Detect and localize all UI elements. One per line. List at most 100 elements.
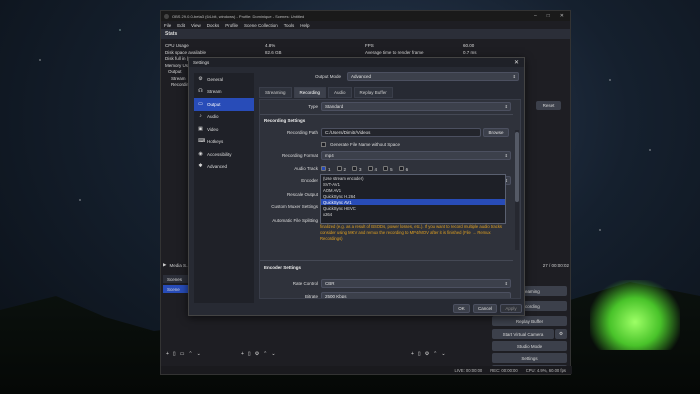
audio-track-checkboxes: 1 2 3 4 5 6: [321, 166, 408, 172]
sidebar-item-output[interactable]: ▭ Output: [194, 98, 254, 111]
sidebar-item-label: Hotkeys: [207, 139, 224, 145]
audio-track-label: Audio Track: [294, 166, 318, 171]
chevron-updown-icon: ⇕: [504, 104, 508, 109]
scrollbar-thumb[interactable]: [515, 132, 519, 202]
minimize-icon[interactable]: –: [534, 13, 537, 19]
tab-replay-buffer[interactable]: Replay Buffer: [353, 87, 393, 98]
sidebar-item-video[interactable]: ▣ Video: [194, 123, 254, 136]
type-select[interactable]: Standard ⇕: [321, 102, 511, 111]
move-down-icon[interactable]: ⌄: [271, 351, 275, 357]
audio-track-option[interactable]: 5: [383, 166, 393, 172]
trash-icon[interactable]: ▯: [418, 351, 421, 357]
output-mode-value: Advanced: [351, 74, 372, 79]
tab-recording[interactable]: Recording: [293, 87, 327, 98]
desktop-glowing-tent: [590, 280, 680, 350]
menu-tools[interactable]: Tools: [284, 23, 295, 28]
divider: [260, 260, 513, 261]
status-bar: LIVE: 00:00:00 REC: 00:00:00 CPU: 4.9%, …: [161, 366, 572, 374]
menu-scene-collection[interactable]: Scene Collection: [244, 23, 278, 28]
apply-button[interactable]: Apply: [500, 304, 522, 313]
start-virtual-camera-button[interactable]: Start Virtual Camera: [492, 329, 554, 339]
move-down-icon[interactable]: ⌄: [441, 351, 445, 357]
sidebar-item-label: Video: [207, 126, 219, 132]
menu-help[interactable]: Help: [300, 23, 309, 28]
audio-track-option[interactable]: 4: [367, 166, 377, 172]
keyboard-icon: ⌨: [198, 138, 206, 145]
trash-icon[interactable]: ▯: [173, 351, 176, 357]
audio-track-option[interactable]: 3: [352, 166, 362, 172]
close-icon[interactable]: ✕: [560, 13, 564, 19]
ok-button[interactable]: OK: [453, 304, 470, 313]
panel-scrollbar[interactable]: [515, 130, 519, 250]
generate-filename-label: Generate File Name without Space: [330, 142, 401, 147]
recording-format-select[interactable]: mp4 ⇕: [321, 151, 511, 160]
output-icon: ▭: [198, 100, 203, 107]
virtual-camera-settings-button[interactable]: ⚙: [555, 329, 567, 339]
audio-track-option[interactable]: 2: [336, 166, 346, 172]
monitor-icon: ▣: [198, 125, 203, 132]
bitrate-value: 2500 Kbps: [325, 294, 347, 299]
play-icon[interactable]: ▶: [163, 262, 166, 268]
stats-reset-button[interactable]: Reset: [536, 101, 561, 110]
rate-control-select[interactable]: CBR ⇕: [321, 279, 511, 288]
cancel-button[interactable]: Cancel: [473, 304, 497, 313]
tab-streaming[interactable]: Streaming: [259, 87, 292, 98]
recording-format-value: mp4: [325, 153, 334, 158]
sources-toolbar: + ▯ ⚙ ⌃ ⌄: [241, 351, 276, 357]
trash-icon[interactable]: ▯: [248, 351, 251, 357]
encoder-option[interactable]: x264: [321, 211, 505, 217]
add-icon[interactable]: +: [241, 351, 244, 357]
stats-cell: 0.7 ms: [463, 49, 477, 55]
obs-title-bar: OBS 29.0.0-beta3 (64-bit, windows) - Pro…: [161, 11, 570, 21]
add-icon[interactable]: +: [166, 351, 169, 357]
audio-track-number: 3: [359, 167, 362, 172]
studio-mode-button[interactable]: Studio Mode: [492, 341, 567, 351]
recording-path-input[interactable]: C:/Users/Dimitr/Videos: [321, 128, 481, 137]
menu-edit[interactable]: Edit: [177, 23, 185, 28]
move-down-icon[interactable]: ⌄: [197, 351, 201, 357]
audio-track-option[interactable]: 1: [321, 166, 331, 172]
menu-profile[interactable]: Profile: [225, 23, 238, 28]
add-icon[interactable]: +: [411, 351, 414, 357]
sidebar-item-audio[interactable]: ♪ Audio: [194, 111, 254, 124]
move-up-icon[interactable]: ⌃: [188, 351, 192, 357]
output-mode-label: Output Mode: [314, 74, 341, 79]
scenes-title: Scenes: [167, 276, 183, 282]
audio-track-number: 5: [390, 167, 393, 172]
gear-icon[interactable]: ⚙: [255, 351, 259, 357]
start-replay-buffer-button[interactable]: Replay Buffer: [492, 316, 567, 326]
speaker-icon: ♪: [199, 113, 202, 120]
audio-track-option[interactable]: 6: [398, 166, 408, 172]
chevron-updown-icon: ⇕: [512, 74, 516, 79]
sidebar-item-accessibility[interactable]: ◉ Accessibility: [194, 148, 254, 161]
maximize-icon[interactable]: □: [547, 13, 550, 19]
encoder-dropdown-list: (Use stream encoder) SVT-AV1 AOM AV1 Qui…: [320, 174, 506, 224]
close-icon[interactable]: ✕: [514, 59, 524, 66]
checkbox-unchecked: [398, 166, 404, 171]
move-up-icon[interactable]: ⌃: [263, 351, 267, 357]
rec-status: REC: 00:00:00: [490, 367, 518, 373]
menu-bar: File Edit View Docks Profile Scene Colle…: [161, 21, 570, 29]
sidebar-item-label: Output: [207, 101, 221, 107]
settings-button[interactable]: Settings: [492, 353, 567, 363]
settings-sidebar: ⚙ General ☊ Stream ▭ Output ♪ Audio ▣ Video ⌨…: [194, 73, 254, 303]
bitrate-input[interactable]: 2500 Kbps: [321, 292, 511, 299]
generate-filename-checkbox[interactable]: [321, 142, 326, 147]
sidebar-item-stream[interactable]: ☊ Stream: [194, 86, 254, 99]
cpu-status: CPU: 4.9%, 60.00 fps: [525, 367, 566, 373]
gear-icon[interactable]: ⚙: [425, 351, 429, 357]
sidebar-item-general[interactable]: ⚙ General: [194, 73, 254, 86]
menu-file[interactable]: File: [164, 23, 171, 28]
browse-button[interactable]: Browse: [483, 128, 509, 137]
sidebar-item-hotkeys[interactable]: ⌨ Hotkeys: [194, 136, 254, 149]
output-mode-select[interactable]: Advanced ⇕: [347, 72, 519, 81]
menu-docks[interactable]: Docks: [207, 23, 220, 28]
chevron-updown-icon: ⇕: [504, 153, 508, 158]
auto-split-label: Automatic File Splitting: [272, 218, 318, 223]
sidebar-item-advanced[interactable]: ✱ Advanced: [194, 161, 254, 174]
move-up-icon[interactable]: ⌃: [433, 351, 437, 357]
filter-icon[interactable]: ▭: [180, 351, 185, 357]
settings-dialog: Settings ✕ ⚙ General ☊ Stream ▭ Output ♪ Aud…: [188, 57, 525, 316]
tab-audio[interactable]: Audio: [328, 87, 352, 98]
menu-view[interactable]: View: [191, 23, 201, 28]
